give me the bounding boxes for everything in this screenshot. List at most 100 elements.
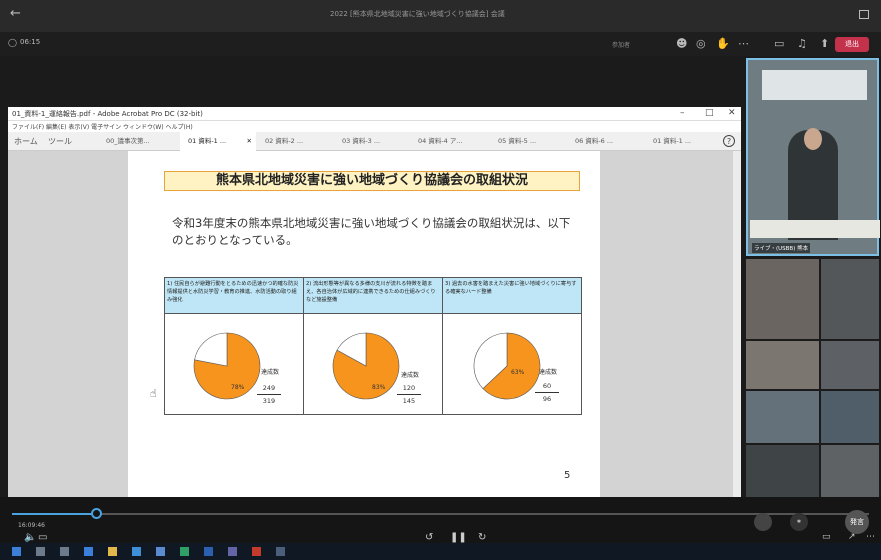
participant-tile[interactable] bbox=[746, 391, 819, 443]
minimize-icon[interactable]: – bbox=[680, 108, 685, 118]
fullscreen-icon[interactable]: ▭ bbox=[822, 532, 831, 542]
word-icon[interactable] bbox=[204, 547, 213, 556]
excel-icon[interactable] bbox=[180, 547, 189, 556]
column-header-3: 3) 過去の水害を踏まえた災害に強い地域づくりに寄与する確実なハード整備 bbox=[443, 278, 581, 314]
speaker-badge[interactable]: 発言 bbox=[845, 510, 869, 534]
fraction-line bbox=[535, 392, 559, 393]
pie-chart-3 bbox=[473, 332, 541, 400]
window-titlebar: ← 2022 [熊本県北地域災害に強い地域づくり協議会] 会議 bbox=[0, 0, 881, 32]
column-header-1: 1) 住民自らが避難行動をとるための迅速かつ的確な防災情報提供と水防災学習・教育… bbox=[165, 278, 304, 314]
backdrop-sign bbox=[762, 70, 867, 100]
tab-tools[interactable]: ツール bbox=[48, 132, 72, 151]
tab-doc-2[interactable]: 02 資料-2 ... bbox=[265, 132, 335, 151]
participant-tile[interactable] bbox=[821, 391, 879, 443]
tab-home[interactable]: ホーム bbox=[14, 132, 38, 151]
tab-doc-1[interactable]: 01 資料-1 ... ✕ bbox=[180, 132, 256, 151]
window-title: 2022 [熊本県北地域災害に強い地域づくり協議会] 会議 bbox=[330, 10, 505, 18]
captions-icon[interactable]: ▭ bbox=[38, 532, 47, 543]
column-header-2: 2) 流出形態等が異なる多様の支川が流れる特徴を踏まえ、各自治体が広域的に連携で… bbox=[304, 278, 443, 314]
edge-icon[interactable] bbox=[84, 547, 93, 556]
pause-icon[interactable]: ❚❚ bbox=[450, 532, 467, 543]
volume-icon[interactable]: 🔈 bbox=[24, 532, 36, 543]
leave-button[interactable]: 退出 bbox=[835, 37, 869, 52]
chat-icon[interactable]: ◎ bbox=[696, 37, 706, 50]
rewind-icon[interactable]: ↺ bbox=[425, 532, 433, 543]
back-arrow-icon[interactable]: ← bbox=[10, 6, 21, 21]
app-icon[interactable] bbox=[276, 547, 285, 556]
reaction-icon[interactable]: ✋ bbox=[716, 37, 730, 50]
tab-doc-1-label: 01 資料-1 ... bbox=[188, 137, 227, 145]
tab-doc-3[interactable]: 03 資料-3 ... bbox=[342, 132, 412, 151]
speed-button[interactable] bbox=[754, 513, 772, 531]
help-icon[interactable]: ? bbox=[723, 135, 735, 147]
participant-tile[interactable] bbox=[746, 259, 819, 339]
participant-tile[interactable] bbox=[746, 341, 819, 389]
slide-title: 熊本県北地域災害に強い地域づくり協議会の取組状況 bbox=[164, 171, 580, 191]
numerator: 249 bbox=[262, 384, 276, 392]
tab-doc-7[interactable]: 01 資料-1 ... bbox=[653, 132, 713, 151]
search-icon[interactable] bbox=[36, 547, 45, 556]
seek-handle[interactable] bbox=[91, 508, 102, 519]
denominator: 145 bbox=[402, 397, 416, 405]
seek-track[interactable] bbox=[12, 513, 869, 515]
hand-tool-cursor-icon: ☝ bbox=[150, 387, 157, 400]
expand-icon[interactable]: ↗ bbox=[848, 532, 856, 542]
column-cell-3: 63% 達成数 60 96 bbox=[443, 314, 581, 414]
fraction-line bbox=[397, 394, 421, 395]
achieved-count-label: 達成数 bbox=[539, 369, 558, 376]
speaker-badge-label: 発言 bbox=[850, 518, 864, 526]
share-icon[interactable]: ⬆ bbox=[820, 37, 829, 50]
participant-tile[interactable] bbox=[821, 445, 879, 497]
teams-icon[interactable] bbox=[228, 547, 237, 556]
tab-doc-6[interactable]: 06 資料-6 ... bbox=[575, 132, 645, 151]
meeting-toolbar: ◯ 06:15 参加者 ☻ ◎ ✋ ⋯ ▭ ♫ ⬆ 退出 bbox=[0, 32, 881, 56]
mic-icon[interactable]: ♫ bbox=[797, 37, 807, 50]
achieved-count-label: 達成数 bbox=[401, 372, 420, 379]
maximize-icon[interactable] bbox=[859, 10, 869, 19]
acrobat-menubar: ファイル(F) 編集(E) 表示(V) 電子サイン ウィンドウ(W) ヘルプ(H… bbox=[8, 121, 741, 132]
participant-tile[interactable] bbox=[821, 341, 879, 389]
playback-time: 16:09:46 bbox=[18, 522, 45, 529]
participant-tile[interactable] bbox=[746, 445, 819, 497]
tab-doc-4[interactable]: 04 資料-4 ア... bbox=[418, 132, 488, 151]
desk bbox=[750, 220, 880, 238]
forward-icon[interactable]: ↻ bbox=[478, 532, 486, 543]
fraction-line bbox=[257, 394, 281, 395]
tab-close-icon[interactable]: ✕ bbox=[247, 132, 252, 151]
playback-bar bbox=[0, 497, 881, 543]
settings-button[interactable]: ✱ bbox=[790, 513, 808, 531]
slide-body-text: 令和3年度末の熊本県北地域災害に強い地域づくり協議会の取組状況は、以下のとおりと… bbox=[172, 216, 571, 247]
app-icon[interactable] bbox=[156, 547, 165, 556]
active-speaker-video[interactable]: ライブ・(USBB) 熊本 bbox=[746, 58, 880, 256]
numerator: 120 bbox=[402, 384, 416, 392]
tab-doc-0[interactable]: 00_議事次第... bbox=[106, 132, 176, 151]
more-icon[interactable]: ⋯ bbox=[738, 37, 749, 50]
explorer-icon[interactable] bbox=[108, 547, 117, 556]
tab-doc-5[interactable]: 05 資料-5 ... bbox=[498, 132, 568, 151]
leave-label: 退出 bbox=[845, 40, 859, 48]
speaker-face bbox=[804, 128, 822, 150]
participant-tile[interactable] bbox=[821, 259, 879, 339]
app-icon[interactable] bbox=[132, 547, 141, 556]
acrobat-titlebar: 01_資料-1_運絡報告.pdf - Adobe Acrobat Pro DC … bbox=[8, 107, 741, 121]
denominator: 96 bbox=[542, 395, 552, 403]
close-icon[interactable]: ✕ bbox=[728, 108, 736, 118]
pie-percent-label: 63% bbox=[511, 369, 525, 376]
taskview-icon[interactable] bbox=[60, 547, 69, 556]
more-options-icon[interactable]: ⋯ bbox=[866, 532, 875, 542]
column-cell-1: 78% 達成数 249 319 bbox=[165, 314, 304, 414]
pie-chart-2 bbox=[332, 332, 400, 400]
meeting-timer: 06:15 bbox=[20, 38, 41, 46]
camera-icon[interactable]: ▭ bbox=[774, 37, 784, 50]
speaker-name-label: ライブ・(USBB) 熊本 bbox=[752, 243, 811, 253]
acrobat-icon[interactable] bbox=[252, 547, 261, 556]
people-icon[interactable]: ☻ bbox=[676, 37, 687, 50]
participants-label[interactable]: 参加者 bbox=[612, 40, 630, 49]
start-icon[interactable] bbox=[12, 547, 21, 556]
vertical-scrollbar[interactable] bbox=[733, 151, 741, 497]
acrobat-tabbar: ホーム ツール 00_議事次第... 01 資料-1 ... ✕ 02 資料-2… bbox=[8, 132, 741, 151]
seek-progress bbox=[12, 513, 96, 515]
progress-table: 1) 住民自らが避難行動をとるための迅速かつ的確な防災情報提供と水防災学習・教育… bbox=[164, 277, 582, 415]
menu-items[interactable]: ファイル(F) 編集(E) 表示(V) 電子サイン ウィンドウ(W) ヘルプ(H… bbox=[12, 122, 193, 131]
restore-icon[interactable]: □ bbox=[705, 108, 714, 118]
